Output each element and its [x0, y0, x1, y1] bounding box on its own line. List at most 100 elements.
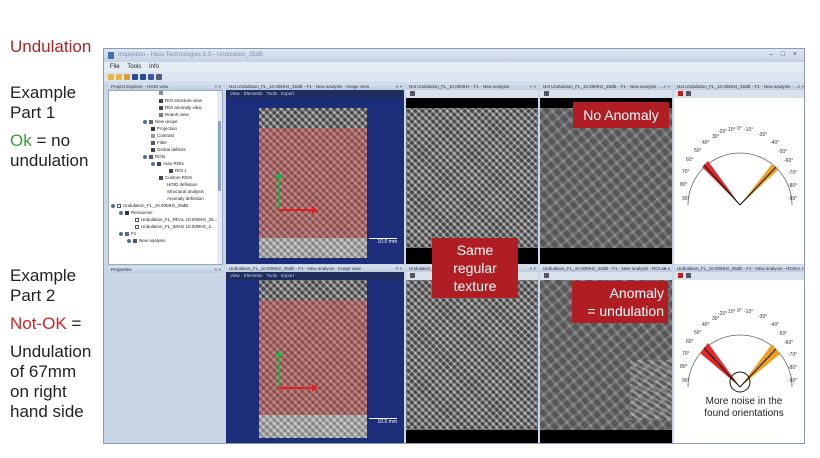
tree-item[interactable]: Undulation_FL_10.00MHz_25dB [111, 203, 188, 208]
viewer-menu-view[interactable]: View [230, 273, 240, 278]
part1-description: Ok = no undulation [10, 131, 88, 171]
part2-line1: Example [10, 266, 77, 285]
tree-item[interactable]: Anomaly definition [167, 196, 204, 201]
tree-item[interactable]: New recipe [143, 119, 178, 124]
tree-item[interactable]: Global defects [151, 147, 186, 152]
viewer-menu-export[interactable]: Export [281, 273, 294, 278]
import-icon[interactable] [124, 74, 130, 80]
part2-desc-line1: Undulation [10, 342, 92, 361]
top-view3-toolbar [540, 90, 672, 98]
y-axis-icon [278, 356, 280, 388]
bottom-view4-toolbar [674, 272, 804, 280]
bottom-texture-view[interactable] [406, 280, 538, 443]
viewer-menu-view[interactable]: View [230, 91, 240, 96]
tree-item[interactable]: New analysis [127, 238, 166, 243]
tree-item[interactable]: ROI 1 [169, 168, 187, 173]
top-view4-toolbar [674, 90, 804, 98]
close-red-icon[interactable] [678, 91, 683, 96]
tree-item[interactable]: ROI structure view [159, 98, 202, 103]
tree-item[interactable]: F1 [119, 231, 136, 236]
panel-close-icon[interactable]: × × [797, 265, 804, 272]
folder-icon[interactable] [116, 74, 122, 80]
svg-text:-90°: -90° [788, 196, 797, 202]
ok-rest: = no [36, 131, 71, 150]
svg-text:80°: 80° [680, 364, 688, 370]
view-options-icon[interactable] [410, 91, 415, 96]
tree-item[interactable]: Contrast [151, 133, 174, 138]
panel-close-icon[interactable]: × × [214, 83, 221, 90]
tree-item[interactable]: Custom ROIs [159, 175, 192, 180]
svg-text:70°: 70° [682, 169, 690, 175]
svg-text:-90°: -90° [788, 378, 797, 384]
menu-file[interactable]: File [110, 64, 120, 70]
panel-close-icon[interactable]: × × [395, 83, 402, 90]
tree-item[interactable]: Structural analysis [167, 189, 204, 194]
tree-item[interactable]: Projection [151, 126, 177, 131]
part2-desc-line4: hand side [10, 402, 84, 421]
svg-text:-10°: -10° [744, 127, 753, 133]
view-options-icon[interactable] [410, 273, 415, 278]
svg-text:-70°: -70° [788, 352, 797, 358]
svg-text:90°: 90° [682, 378, 690, 384]
close-red-icon[interactable] [678, 273, 683, 278]
viewer-menu-elements[interactable]: Elements [244, 273, 263, 278]
svg-text:50°: 50° [694, 148, 702, 154]
toolbar [104, 72, 804, 82]
tree-item[interactable]: Auto ROIs [151, 161, 184, 166]
panel-close-icon[interactable]: × × [529, 265, 536, 272]
menu-tools[interactable]: Tools [127, 64, 141, 70]
x-arrow-icon [312, 206, 318, 214]
bottom-image-view[interactable]: 10.0 mm [226, 280, 404, 443]
y-arrow-icon [275, 172, 283, 178]
viewer-menu-tools[interactable]: Tools [266, 273, 277, 278]
top-viewer-menu: View Elements Tools Export [226, 90, 404, 98]
viewer-menu-elements[interactable]: Elements [244, 91, 263, 96]
save-icon[interactable] [132, 74, 138, 80]
tree-item[interactable]: Resources [119, 210, 153, 215]
roi-overlay[interactable] [259, 300, 367, 415]
panel-close-icon[interactable]: × × [797, 83, 804, 90]
window-controls[interactable]: – □ × [769, 51, 800, 58]
undulation-region [630, 360, 672, 420]
tree-item[interactable]: Undulation_FL_REAL 10.00MHz_25... [135, 217, 217, 222]
svg-text:-80°: -80° [788, 183, 797, 189]
tree-item[interactable]: Report view [159, 112, 189, 117]
top-view3-header: Not Undulation_FL_10.00MHz_25dB - F1 - N… [540, 83, 672, 90]
scale-bar: 10.0 mm [369, 418, 397, 425]
view-options-icon[interactable] [686, 91, 691, 96]
tree-item[interactable]: Undulation_FL_IMAG 10.00MHz_2... [135, 224, 215, 229]
texture-image [406, 280, 538, 430]
view-options-icon[interactable] [544, 91, 549, 96]
view-options-icon[interactable] [544, 273, 549, 278]
panel-close-icon[interactable]: × × [214, 266, 221, 273]
tree-item[interactable]: … [159, 91, 170, 95]
panel-close-icon[interactable]: × × [529, 83, 536, 90]
open-folder-icon[interactable] [108, 74, 114, 80]
top-view3-title: Not Undulation_FL_10.00MHz_25dB - F1 - N… [543, 84, 665, 89]
view-options-icon[interactable] [686, 273, 691, 278]
tree-scrollbar[interactable] [217, 91, 222, 264]
tree-item[interactable]: ROIs [143, 154, 165, 159]
settings-icon[interactable] [156, 74, 162, 80]
top-image-view[interactable]: 10.0 mm [226, 98, 404, 264]
tree-item[interactable]: Filter [151, 140, 167, 145]
top-orientation-gauge[interactable]: 90° 80° 70° 60° 50° 40° 30° -20° 10° 0° … [674, 98, 804, 264]
tree-item[interactable]: HOID definition [167, 182, 198, 187]
panel-close-icon[interactable]: × × [663, 265, 670, 272]
scrollbar-thumb[interactable] [218, 121, 221, 191]
panel-close-icon[interactable]: × × [395, 265, 402, 272]
orientation-gauge-top: 90° 80° 70° 60° 50° 40° 30° -20° 10° 0° … [680, 126, 797, 206]
bottom-view4-title: Undulation_FL_10.00MHz_25dB - F1 - New a… [677, 266, 801, 271]
viewer-menu-tools[interactable]: Tools [266, 91, 277, 96]
part2-desc-line2: of 67mm [10, 362, 77, 381]
tree-item[interactable]: ROI anomaly view [159, 105, 202, 110]
svg-text:-70°: -70° [788, 170, 797, 176]
menu-info[interactable]: Info [149, 64, 159, 70]
roi-overlay[interactable] [259, 128, 367, 238]
top-image-view-header: Not Undulation_FL_10.00MHz_25dB - F1 - N… [226, 83, 404, 90]
save-all-icon[interactable] [140, 74, 146, 80]
export-icon[interactable] [148, 74, 154, 80]
panel-close-icon[interactable]: × × [663, 83, 670, 90]
part2-description: Undulation of 67mm on right hand side [10, 342, 91, 422]
viewer-menu-export[interactable]: Export [281, 91, 294, 96]
